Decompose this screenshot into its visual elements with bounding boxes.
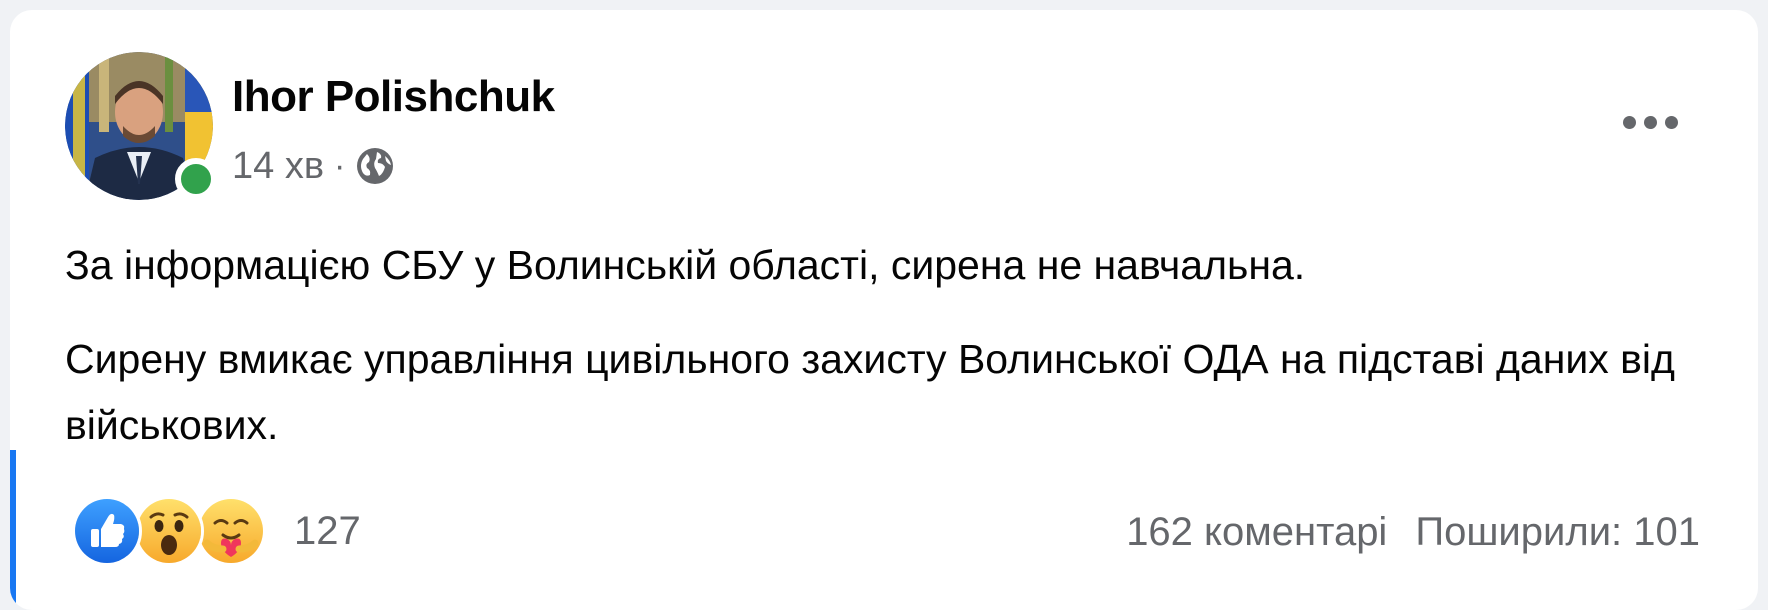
- more-dot-icon: [1622, 115, 1636, 129]
- more-dot-icon: [1643, 115, 1657, 129]
- shares-count-link[interactable]: Поширили: 101: [1415, 510, 1700, 555]
- more-dot-icon: [1664, 115, 1678, 129]
- post-card: Ihor Polishchuk 14 хв · За інформацією С…: [10, 10, 1758, 610]
- like-icon: [72, 496, 142, 566]
- reaction-count[interactable]: 127: [294, 509, 361, 554]
- care-icon: [196, 496, 266, 566]
- post-paragraph: За інформацією СБУ у Волинській області,…: [65, 242, 1306, 288]
- author-avatar-wrap[interactable]: [65, 52, 217, 200]
- reactions-summary[interactable]: 127: [72, 496, 361, 566]
- wow-icon: [134, 496, 204, 566]
- online-status-indicator: [175, 158, 217, 200]
- post-meta: 14 хв ·: [232, 142, 395, 190]
- more-options-button[interactable]: [1610, 100, 1690, 144]
- left-accent-bar: [10, 450, 16, 610]
- post-timestamp[interactable]: 14 хв: [232, 145, 324, 188]
- globe-icon[interactable]: [355, 146, 395, 186]
- engagement-stats: 162 коментарі Поширили: 101: [1126, 502, 1700, 562]
- post-paragraph: Сирену вмикає управління цивільного захи…: [65, 336, 1675, 448]
- post-body: За інформацією СБУ у Волинській області,…: [65, 232, 1705, 486]
- author-name[interactable]: Ihor Polishchuk: [232, 72, 555, 122]
- comments-count-link[interactable]: 162 коментарі: [1126, 510, 1387, 555]
- meta-separator: ·: [334, 146, 346, 185]
